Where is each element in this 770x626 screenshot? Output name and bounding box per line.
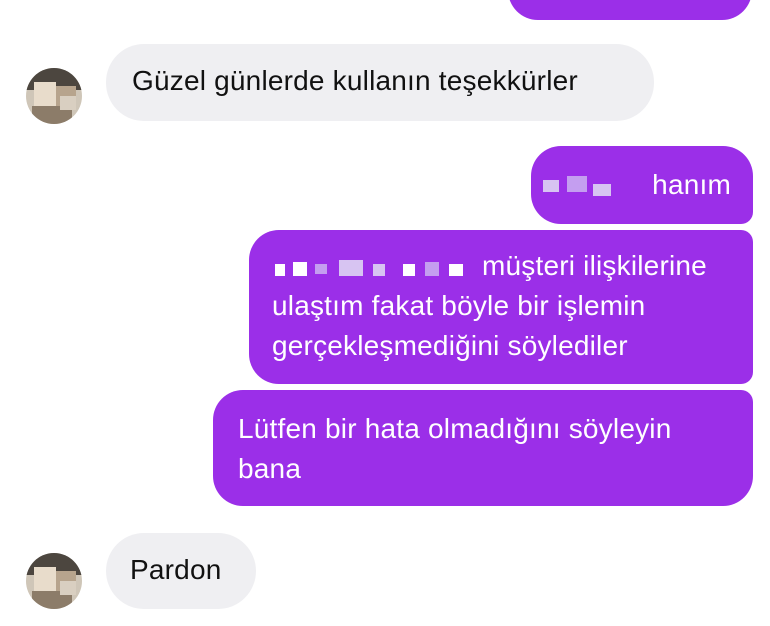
contact-avatar[interactable]	[26, 553, 82, 609]
message-text: hanım	[652, 169, 731, 200]
avatar-image	[26, 68, 82, 124]
outgoing-message-bubble[interactable]: müşteri ilişkilerine ulaştım fakat böyle…	[249, 230, 753, 384]
message-text-line: Lütfen bir hata olmadığını söyleyin	[238, 413, 672, 444]
redacted-name	[275, 260, 487, 282]
message-text: Güzel günlerde kullanın teşekkürler	[132, 65, 578, 96]
outgoing-message-bubble[interactable]: Lütfen bir hata olmadığını söyleyin bana	[213, 390, 753, 506]
message-text-line: gerçekleşmediğini söylediler	[272, 330, 628, 361]
outgoing-message-bubble-previous[interactable]	[508, 0, 752, 20]
chat-thread: Güzel günlerde kullanın teşekkürler hanı…	[0, 0, 770, 626]
message-text-line: ulaştım fakat böyle bir işlemin	[272, 290, 646, 321]
contact-avatar[interactable]	[26, 68, 82, 124]
incoming-message-bubble[interactable]: Güzel günlerde kullanın teşekkürler	[106, 44, 654, 121]
avatar-image	[26, 553, 82, 609]
outgoing-message-bubble[interactable]: hanım	[531, 146, 753, 224]
incoming-message-bubble[interactable]: Pardon	[106, 533, 256, 609]
message-text-line: bana	[238, 453, 302, 484]
message-text: Pardon	[130, 554, 222, 585]
redacted-name	[543, 174, 625, 202]
